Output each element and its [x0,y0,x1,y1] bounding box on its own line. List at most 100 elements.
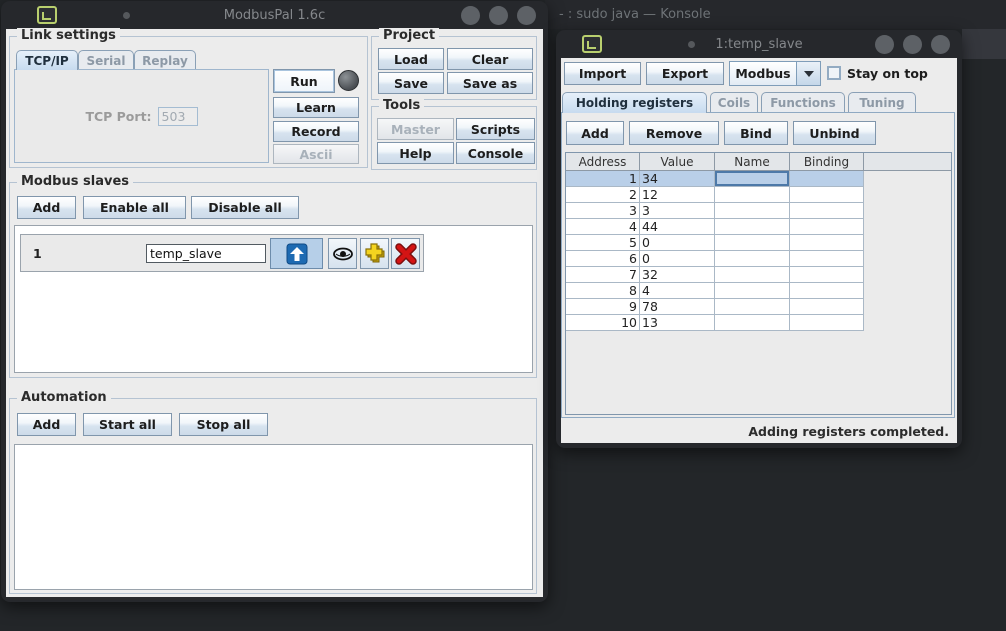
cell-binding[interactable] [790,299,864,315]
stay-on-top-checkbox[interactable] [827,66,841,80]
cell-binding[interactable] [790,235,864,251]
tab-functions[interactable]: Functions [761,92,845,113]
scripts-button[interactable]: Scripts [456,118,535,140]
console-button[interactable]: Console [456,142,535,164]
minimize-button[interactable] [461,6,480,25]
cell-address[interactable]: 10 [566,315,640,331]
cell-name[interactable] [715,251,790,267]
register-remove-button[interactable]: Remove [629,121,719,145]
slave-name-field[interactable]: temp_slave [146,244,266,263]
table-row[interactable]: 33 [566,203,864,219]
register-add-button[interactable]: Add [566,121,624,145]
cell-name[interactable] [715,171,790,187]
minimize-button[interactable] [875,35,894,54]
save-button[interactable]: Save [378,72,444,94]
ascii-button[interactable]: Ascii [273,144,359,164]
cell-name[interactable] [715,267,790,283]
record-button[interactable]: Record [273,121,359,142]
column-header-binding[interactable]: Binding [790,153,864,171]
export-button[interactable]: Export [646,62,724,85]
table-row[interactable]: 732 [566,267,864,283]
cell-value[interactable]: 34 [640,171,715,187]
tab-tcpip[interactable]: TCP/IP [16,50,78,70]
cell-value[interactable]: 0 [640,251,715,267]
cell-binding[interactable] [790,219,864,235]
cell-value[interactable]: 12 [640,187,715,203]
column-header-address[interactable]: Address [566,153,640,171]
cell-name[interactable] [715,219,790,235]
modbuspal-titlebar[interactable]: ModbusPal 1.6c [1,1,548,29]
slave-enable-toggle[interactable] [270,238,323,269]
tab-coils[interactable]: Coils [710,92,758,113]
cell-value[interactable]: 44 [640,219,715,235]
mode-combobox[interactable]: Modbus [729,61,821,86]
cell-value[interactable]: 3 [640,203,715,219]
automation-add-button[interactable]: Add [17,413,76,436]
cell-address[interactable]: 5 [566,235,640,251]
learn-button[interactable]: Learn [273,97,359,118]
cell-value[interactable]: 32 [640,267,715,283]
maximize-button[interactable] [903,35,922,54]
cell-name[interactable] [715,299,790,315]
slave-row[interactable]: 1 temp_slave [20,234,424,272]
cell-name[interactable] [715,235,790,251]
cell-address[interactable]: 4 [566,219,640,235]
tab-tuning[interactable]: Tuning [848,92,916,113]
tcp-port-field[interactable]: 503 [158,107,198,126]
stop-all-button[interactable]: Stop all [179,413,268,436]
table-row[interactable]: 212 [566,187,864,203]
cell-address[interactable]: 6 [566,251,640,267]
cell-binding[interactable] [790,315,864,331]
slave-view-button[interactable] [328,238,357,269]
cell-binding[interactable] [790,251,864,267]
cell-address[interactable]: 9 [566,299,640,315]
cell-value[interactable]: 13 [640,315,715,331]
cell-address[interactable]: 3 [566,203,640,219]
close-button[interactable] [517,6,536,25]
cell-value[interactable]: 0 [640,235,715,251]
cell-binding[interactable] [790,171,864,187]
slave-delete-button[interactable] [391,238,420,269]
load-button[interactable]: Load [378,48,444,70]
enable-all-button[interactable]: Enable all [83,196,186,219]
cell-name[interactable] [715,187,790,203]
cell-name[interactable] [715,315,790,331]
slave-dialog-titlebar[interactable]: 1:temp_slave [556,30,962,58]
cell-binding[interactable] [790,267,864,283]
disable-all-button[interactable]: Disable all [191,196,299,219]
register-bind-button[interactable]: Bind [724,121,788,145]
cell-value[interactable]: 4 [640,283,715,299]
master-button[interactable]: Master [377,118,454,140]
slave-add-button[interactable]: Add [17,196,76,219]
table-row[interactable]: 134 [566,171,864,187]
cell-binding[interactable] [790,283,864,299]
cell-binding[interactable] [790,187,864,203]
cell-address[interactable]: 2 [566,187,640,203]
help-button[interactable]: Help [377,142,454,164]
run-button[interactable]: Run [273,69,335,93]
maximize-button[interactable] [489,6,508,25]
cell-name[interactable] [715,283,790,299]
table-row[interactable]: 84 [566,283,864,299]
cell-address[interactable]: 7 [566,267,640,283]
tab-serial[interactable]: Serial [78,50,134,70]
column-header-value[interactable]: Value [640,153,715,171]
cell-value[interactable]: 78 [640,299,715,315]
start-all-button[interactable]: Start all [83,413,172,436]
column-header-name[interactable]: Name [715,153,790,171]
registers-scrollpane[interactable]: AddressValueNameBinding 1342123344450607… [565,152,952,415]
cell-binding[interactable] [790,203,864,219]
register-unbind-button[interactable]: Unbind [793,121,876,145]
table-row[interactable]: 1013 [566,315,864,331]
tab-holding-registers[interactable]: Holding registers [562,92,707,113]
konsole-titlebar[interactable]: - : sudo java — Konsole [545,0,1006,29]
cell-address[interactable]: 8 [566,283,640,299]
table-row[interactable]: 60 [566,251,864,267]
combobox-arrow-button[interactable] [796,62,820,85]
table-row[interactable]: 50 [566,235,864,251]
slave-tuner-button[interactable] [360,238,389,269]
import-button[interactable]: Import [564,62,641,85]
cell-name[interactable] [715,203,790,219]
save-as-button[interactable]: Save as [447,72,533,94]
table-row[interactable]: 978 [566,299,864,315]
